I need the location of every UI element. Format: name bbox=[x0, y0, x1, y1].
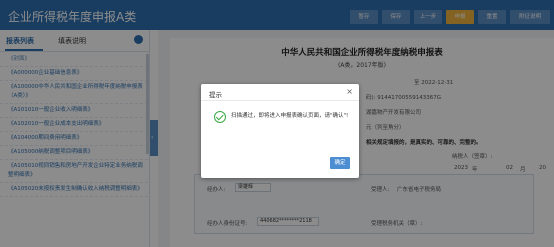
close-icon[interactable]: × bbox=[346, 87, 353, 96]
prompt-dialog: 提示 × 扫描通过，即将进入申报表确认页面，请"确认"! 确定 bbox=[201, 84, 359, 178]
dialog-message: 扫描通过，即将进入申报表确认页面，请"确认"! bbox=[231, 113, 349, 119]
success-check-icon bbox=[214, 111, 226, 123]
dialog-title: 提示 bbox=[209, 91, 222, 99]
confirm-button[interactable]: 确定 bbox=[330, 157, 350, 169]
dialog-divider bbox=[201, 100, 359, 101]
